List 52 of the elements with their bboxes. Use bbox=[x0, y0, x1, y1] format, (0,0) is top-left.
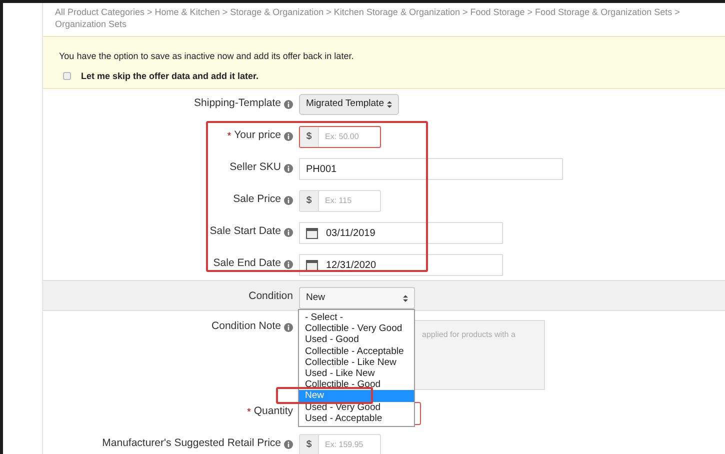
info-icon[interactable] bbox=[284, 440, 293, 448]
field-label: Condition bbox=[248, 289, 293, 304]
field-label: Quantity bbox=[254, 404, 293, 420]
calendar-icon bbox=[306, 259, 318, 271]
shipping-template-select[interactable]: Migrated Template bbox=[299, 94, 399, 115]
sku-field[interactable]: PH001 bbox=[299, 158, 563, 180]
field-placeholder: Ex: 50.00 bbox=[324, 131, 359, 143]
condition-select[interactable]: New bbox=[299, 287, 415, 309]
dropdown-option[interactable]: Collectible - Like New bbox=[299, 356, 414, 368]
info-icon[interactable] bbox=[284, 100, 293, 108]
currency-symbol: $ bbox=[300, 191, 319, 211]
field-label: Condition Note bbox=[212, 319, 281, 334]
dropdown-option[interactable]: Used - Very Good bbox=[299, 402, 414, 413]
calendar-icon bbox=[306, 227, 318, 239]
caret-icon bbox=[386, 100, 392, 109]
dropdown-option[interactable]: Used - Acceptable bbox=[299, 412, 414, 424]
field-label: Manufacturer's Suggested Retail Price bbox=[102, 436, 281, 452]
caret-icon bbox=[403, 294, 408, 302]
skip-label: Let me skip the offer data and add it later. bbox=[81, 70, 259, 83]
required-asterisk: * bbox=[227, 130, 232, 144]
info-icon[interactable] bbox=[284, 132, 293, 140]
required-asterisk: * bbox=[246, 406, 251, 420]
dropdown-option[interactable]: Collectible - Very Good bbox=[299, 323, 414, 334]
currency-symbol: $ bbox=[300, 127, 319, 147]
info-icon[interactable] bbox=[284, 164, 293, 172]
notice-text: You have the option to save as inactive now and add its offer back in later. bbox=[59, 50, 354, 63]
breadcrumb-text[interactable]: Organization Sets bbox=[55, 18, 127, 30]
price-field[interactable]: $ Ex: 115 bbox=[299, 190, 381, 212]
field-label: Your price bbox=[234, 128, 281, 144]
info-icon[interactable] bbox=[284, 322, 293, 332]
dropdown-option[interactable]: Used - Good bbox=[299, 334, 414, 346]
breadcrumb-text[interactable]: All Product Categories > Home & Kitchen > Storage & Organization > Kitchen Storage & Organization > Food Storage > Food Storage & Organization Sets > bbox=[55, 6, 680, 18]
skip-checkbox[interactable] bbox=[63, 72, 71, 80]
info-icon[interactable] bbox=[284, 228, 293, 236]
field-label: Sale Start Date bbox=[210, 224, 281, 240]
field-placeholder: Ex: 159.95 bbox=[324, 439, 364, 451]
field-placeholder: Ex: 115 bbox=[324, 195, 352, 207]
field-label: Sale Price bbox=[233, 192, 281, 208]
field-value: 12/31/2020 bbox=[326, 258, 376, 272]
info-icon[interactable] bbox=[284, 196, 293, 204]
field-label: Sale End Date bbox=[213, 256, 281, 272]
date-field[interactable]: 03/11/2019 bbox=[299, 222, 503, 244]
field-label: Shipping-Template bbox=[194, 96, 281, 112]
field-value: 03/11/2019 bbox=[326, 226, 376, 240]
price-field[interactable]: $ Ex: 50.00 bbox=[299, 126, 381, 148]
currency-symbol: $ bbox=[300, 435, 319, 454]
price-field[interactable]: $ Ex: 159.95 bbox=[299, 434, 381, 454]
info-icon[interactable] bbox=[284, 260, 293, 268]
dropdown-option[interactable]: Collectible - Acceptable bbox=[299, 346, 414, 357]
field-label: Seller SKU bbox=[230, 160, 281, 176]
date-field[interactable]: 12/31/2020 bbox=[299, 254, 503, 276]
dropdown-option[interactable]: Used - Like New bbox=[299, 368, 414, 380]
